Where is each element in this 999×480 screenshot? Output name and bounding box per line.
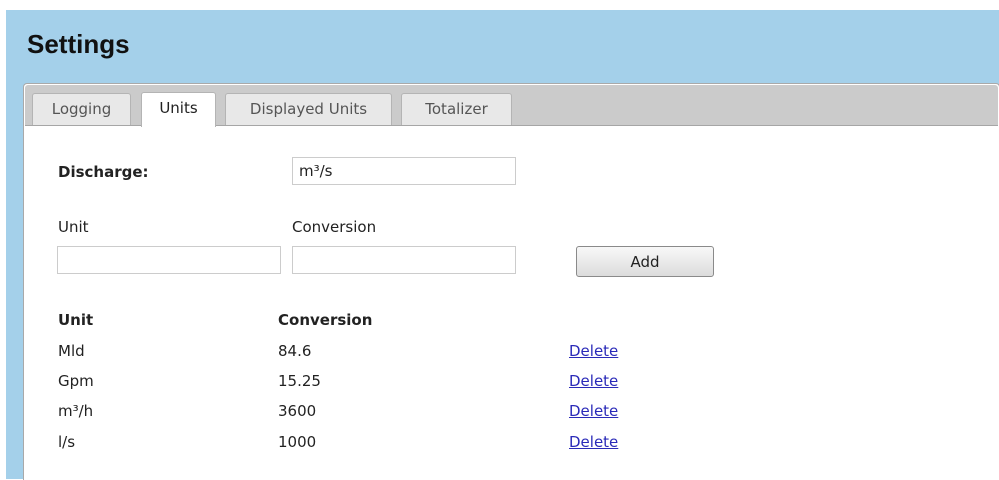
column-header-conversion: Conversion: [278, 311, 373, 329]
app-frame: Settings Logging Units Displayed Units T…: [0, 0, 999, 480]
tab-totalizer[interactable]: Totalizer: [401, 93, 512, 125]
tab-logging[interactable]: Logging: [32, 93, 131, 125]
delete-link[interactable]: Delete: [569, 371, 618, 391]
unit-label: Unit: [58, 218, 89, 236]
conversion-cell: 3600: [278, 402, 317, 420]
conversion-label: Conversion: [292, 218, 377, 236]
page-header: Settings: [6, 10, 999, 80]
unit-cell: Gpm: [58, 372, 94, 390]
discharge-unit-field[interactable]: [292, 157, 516, 185]
page-title: Settings: [27, 29, 130, 59]
delete-link[interactable]: Delete: [569, 401, 618, 421]
unit-cell: l/s: [58, 433, 76, 451]
add-unit-button[interactable]: Add: [576, 246, 714, 277]
discharge-label: Discharge:: [58, 163, 149, 181]
conversion-cell: 15.25: [278, 372, 321, 390]
column-header-unit: Unit: [58, 311, 94, 329]
delete-link[interactable]: Delete: [569, 341, 618, 361]
unit-cell: m³/h: [58, 402, 94, 420]
tab-container: Logging Units Displayed Units Totalizer …: [23, 83, 999, 480]
unit-cell: Mld: [58, 342, 85, 360]
new-conversion-input[interactable]: [292, 246, 516, 274]
tab-displayed-units[interactable]: Displayed Units: [225, 93, 392, 125]
tab-bar: Logging Units Displayed Units Totalizer: [25, 85, 998, 127]
tab-units[interactable]: Units: [141, 92, 216, 127]
conversion-cell: 84.6: [278, 342, 312, 360]
settings-panel: Logging Units Displayed Units Totalizer …: [6, 80, 999, 480]
new-unit-input[interactable]: [57, 246, 281, 274]
conversion-cell: 1000: [278, 433, 317, 451]
delete-link[interactable]: Delete: [569, 432, 618, 452]
